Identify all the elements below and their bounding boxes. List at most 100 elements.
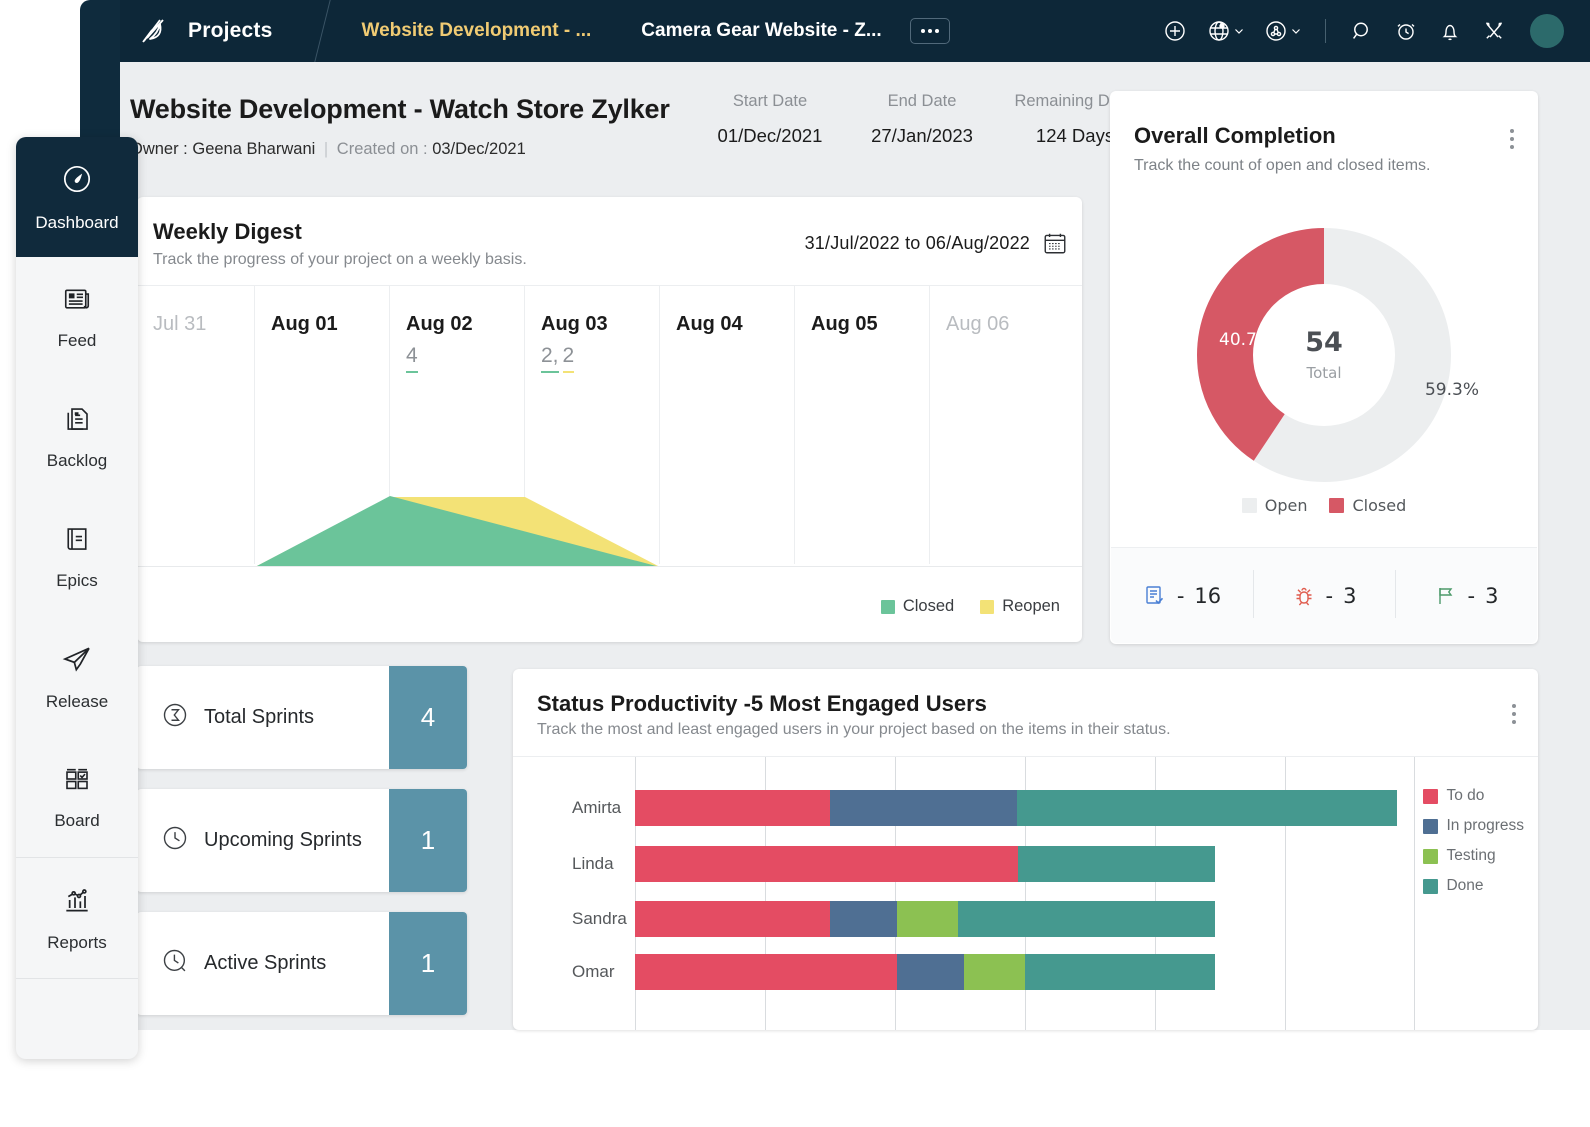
user-name: Amirta [572, 798, 622, 817]
bar-segment-done [1025, 954, 1215, 990]
sidebar-item-reports[interactable]: Reports [16, 858, 138, 978]
zoho-projects-logo-icon[interactable] [120, 11, 188, 51]
toolbar-divider [1325, 19, 1326, 43]
value-underline-closed [541, 371, 559, 373]
legend-done[interactable]: Done [1423, 877, 1524, 895]
stat-separator: - [1325, 583, 1334, 608]
sidebar-item-release[interactable]: Release [16, 617, 138, 737]
sprint-count: 4 [389, 666, 467, 769]
created-label: Created on : [336, 140, 428, 158]
kebab-menu-icon[interactable] [1512, 704, 1516, 724]
sidebar-item-label: Backlog [46, 450, 108, 470]
chart-row-amirta: Amirta [513, 781, 634, 835]
sprint-tile-total[interactable]: Total Sprints 4 [137, 666, 467, 769]
projects-label[interactable]: Projects [188, 19, 316, 43]
chevron-down-icon [1235, 29, 1243, 34]
legend-swatch-closed [880, 599, 895, 614]
bar-segment-todo [635, 954, 897, 990]
gridline [1414, 757, 1415, 1030]
legend-testing[interactable]: Testing [1423, 847, 1524, 865]
share-network-icon[interactable] [1264, 19, 1301, 43]
stat-bugs[interactable]: - 3 [1253, 569, 1395, 618]
legend-label-in-progress: In progress [1446, 817, 1524, 834]
dot [1510, 129, 1514, 133]
created-date: 03/Dec/2021 [432, 140, 526, 158]
overall-completion-title: Overall Completion [1134, 123, 1336, 148]
bar-segment-in-progress [897, 954, 964, 990]
bell-icon[interactable] [1438, 19, 1462, 43]
tab-website-development[interactable]: Website Development - ... [329, 20, 619, 42]
dot [1510, 137, 1514, 141]
sidebar: Dashboard Feed Backlog Epics Release Boa… [16, 137, 138, 1059]
digest-day-label: Aug 04 [676, 313, 743, 335]
dot [1512, 704, 1516, 708]
search-icon[interactable] [1350, 19, 1374, 43]
chart-row-omar: Omar [513, 945, 634, 999]
tab-camera-gear-website[interactable]: Camera Gear Website - Z... [619, 20, 903, 42]
sidebar-item-backlog[interactable]: Backlog [16, 377, 138, 497]
sprint-label: Active Sprints [204, 952, 327, 974]
dot [1512, 712, 1516, 716]
user-name: Sandra [572, 909, 627, 928]
avatar-amirta [530, 792, 562, 824]
plus-circle-icon[interactable] [1163, 19, 1187, 43]
legend-label-reopen: Reopen [1002, 597, 1060, 615]
bar-segment-done [958, 901, 1215, 937]
alarm-clock-icon[interactable] [1394, 19, 1418, 43]
sprint-tile-active[interactable]: Active Sprints 1 [137, 912, 467, 1015]
bug-icon [1296, 587, 1312, 605]
overall-completion-donut-chart: 54 Total 40.7% 59.3% [1191, 222, 1479, 488]
bar-omar[interactable] [635, 954, 1215, 990]
user-name: Omar [572, 962, 615, 981]
digest-value-reopen: 2 [562, 344, 575, 376]
sprint-label: Upcoming Sprints [204, 829, 362, 851]
stat-milestones[interactable]: - 3 [1395, 569, 1537, 618]
legend-open[interactable]: Open [1241, 496, 1307, 515]
overall-completion-card: Overall Completion Track the count of op… [1110, 91, 1538, 644]
project-header: Website Development - Watch Store Zylker… [120, 62, 1136, 184]
gauge-icon [60, 162, 94, 201]
bar-segment-in-progress [830, 901, 897, 937]
task-icon [1146, 585, 1163, 604]
calendar-icon[interactable] [1042, 230, 1068, 261]
sidebar-item-label: Feed [57, 330, 97, 350]
value-underline-reopen [562, 371, 575, 373]
documents-icon [62, 404, 92, 439]
sigma-circle-icon [161, 701, 189, 734]
bar-segment-todo [635, 846, 1018, 882]
kebab-menu-icon[interactable] [1510, 129, 1514, 149]
legend-closed[interactable]: Closed [1329, 496, 1406, 515]
status-productivity-title: Status Productivity -5 Most Engaged User… [537, 691, 987, 716]
bar-sandra[interactable] [635, 901, 1215, 937]
sidebar-item-feed[interactable]: Feed [16, 257, 138, 377]
user-name: Linda [572, 854, 614, 873]
sidebar-divider [16, 978, 138, 979]
user-avatar[interactable] [1530, 14, 1564, 48]
bar-segment-done [1017, 790, 1397, 826]
bar-linda[interactable] [635, 846, 1215, 882]
bar-amirta[interactable] [635, 790, 1397, 826]
legend-closed[interactable]: Closed [880, 597, 954, 616]
dot [920, 29, 925, 33]
sprint-tile-upcoming[interactable]: Upcoming Sprints 1 [137, 789, 467, 892]
globe-icon[interactable] [1207, 19, 1244, 43]
stat-separator: - [1176, 583, 1185, 608]
tools-icon[interactable] [1482, 19, 1506, 43]
weekly-digest-date-range[interactable]: 31/Jul/2022 to 06/Aug/2022 [805, 233, 1030, 254]
legend-todo[interactable]: To do [1423, 787, 1524, 805]
sidebar-item-dashboard[interactable]: Dashboard [16, 137, 138, 257]
digest-day-label: Aug 01 [271, 313, 338, 335]
paper-plane-icon [61, 643, 93, 680]
donut-center-label: Total [1306, 364, 1342, 382]
sidebar-item-epics[interactable]: Epics [16, 497, 138, 617]
legend-in-progress[interactable]: In progress [1423, 817, 1524, 835]
stat-tasks[interactable]: - 16 [1111, 584, 1253, 608]
legend-swatch-in-progress [1423, 818, 1439, 834]
stat-value: 3 [1485, 583, 1499, 608]
sidebar-item-board[interactable]: Board [16, 737, 138, 857]
legend-swatch-testing [1423, 848, 1439, 864]
more-tabs-button[interactable] [909, 18, 950, 44]
overall-completion-footer: - 16 - 3 - 3 [1111, 547, 1537, 643]
legend-reopen[interactable]: Reopen [980, 597, 1060, 616]
overall-completion-legend: Open Closed [1110, 496, 1538, 515]
